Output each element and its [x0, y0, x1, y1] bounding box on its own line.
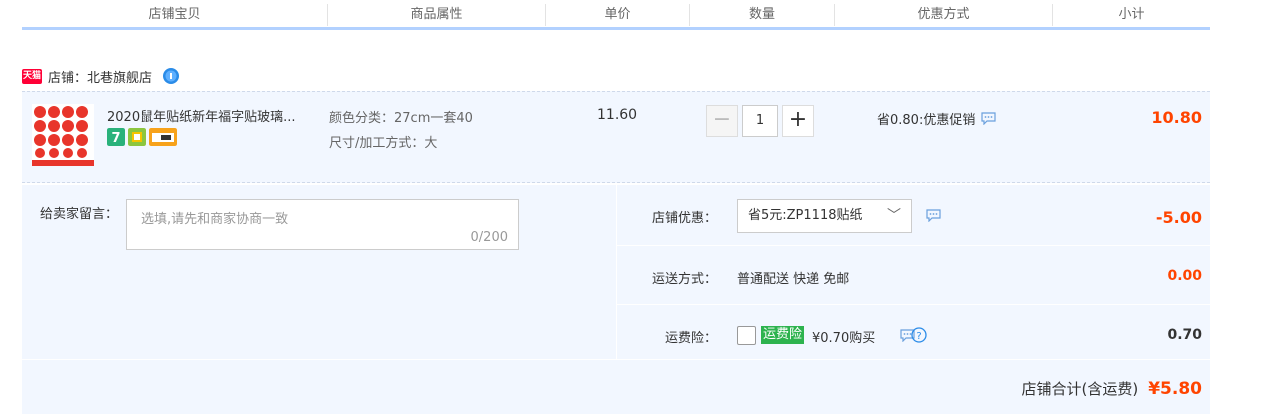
product-attr-color: 颜色分类：27cm一套40 [329, 111, 473, 126]
shop-discount-select[interactable]: 省5元:ZP1118贴纸 ﹀ [737, 199, 912, 233]
insurance-value: 0.70 [1167, 327, 1202, 343]
shop-discount-selected: 省5元:ZP1118贴纸 [748, 208, 863, 223]
divider [22, 359, 1210, 360]
quantity-decrease-button[interactable]: − [706, 105, 738, 137]
fee-panel: 店铺优惠： 省5元:ZP1118贴纸 ﹀ -5.00 运送方式： 普通配送 快递… [616, 185, 1210, 359]
comment-icon[interactable] [981, 112, 996, 125]
product-attr-size: 尺寸/加工方式：大 [329, 136, 438, 151]
cart-header: 店铺宝贝 商品属性 单价 数量 优惠方式 小计 [22, 0, 1210, 30]
quantity-increase-button[interactable]: + [782, 105, 814, 137]
insurance-checkbox[interactable] [737, 326, 756, 345]
shop-name[interactable]: 店铺：北巷旗舰店 [48, 67, 152, 86]
header-col-item: 店铺宝贝 [22, 4, 328, 26]
wangwang-chat-icon[interactable] [162, 67, 180, 85]
header-col-subtotal: 小计 [1118, 7, 1145, 22]
item-promotion-text: 省0.80:优惠促销 [877, 113, 976, 128]
credit-card-icon[interactable] [149, 128, 177, 146]
shop-discount-row: 店铺优惠： 省5元:ZP1118贴纸 ﹀ -5.00 [616, 185, 1210, 246]
quantity-stepper: − 1 + [706, 105, 814, 137]
seller-message-input[interactable]: 选填,请先和商家协商一致 0/200 [126, 199, 519, 250]
seller-message-counter: 0/200 [470, 230, 508, 245]
cart-item-row: 2020鼠年贴纸新年福字贴玻璃... 7 颜色分类：27cm一套40 尺寸/加工… [22, 91, 1210, 183]
guarantee-icon[interactable] [128, 128, 146, 146]
help-icon[interactable]: ? [911, 327, 927, 343]
unit-price: 11.60 [597, 107, 638, 123]
shipping-value: 0.00 [1167, 268, 1202, 284]
product-thumbnail[interactable] [32, 104, 94, 166]
svg-text:7: 7 [111, 131, 120, 146]
header-col-discount: 优惠方式 [835, 4, 1053, 26]
item-subtotal: 10.80 [1151, 108, 1202, 127]
insurance-label: 运费险： [664, 331, 717, 346]
header-col-price: 单价 [546, 4, 690, 26]
seller-message-label: 给卖家留言： [40, 207, 119, 222]
shop-row: 天猫 店铺：北巷旗舰店 [22, 64, 180, 88]
item-promotion: 省0.80:优惠促销 [877, 109, 996, 128]
shop-total: 店铺合计(含运费) ¥5.80 [1022, 378, 1203, 399]
shop-discount-label: 店铺优惠： [651, 211, 717, 226]
shipping-method: 普通配送 快递 免邮 [737, 272, 850, 287]
seven-day-return-icon[interactable]: 7 [107, 128, 125, 146]
insurance-badge: 运费险 [761, 326, 805, 344]
seller-message-placeholder: 选填,请先和商家协商一致 [141, 212, 289, 227]
header-col-quantity: 数量 [690, 4, 835, 26]
chevron-down-icon: ﹀ [887, 208, 901, 224]
svg-text:?: ? [916, 331, 921, 342]
order-summary-section: 给卖家留言： 选填,请先和商家协商一致 0/200 店铺优惠： 省5元:ZP11… [22, 185, 1210, 414]
shop-discount-value: -5.00 [1155, 208, 1202, 227]
shipping-label: 运送方式： [651, 272, 717, 287]
insurance-row: 运费险： 运费险 ¥0.70购买 ? 0.70 [616, 305, 1210, 359]
product-service-tags: 7 [107, 128, 177, 146]
shipping-row: 运送方式： 普通配送 快递 免邮 0.00 [616, 246, 1210, 305]
quantity-input[interactable]: 1 [742, 105, 778, 137]
shop-total-value: ¥5.80 [1148, 379, 1202, 399]
header-col-attributes: 商品属性 [328, 4, 546, 26]
shop-total-label: 店铺合计(含运费) [1021, 380, 1139, 398]
insurance-price-text: ¥0.70购买 [812, 331, 876, 346]
comment-icon[interactable] [926, 209, 941, 222]
tmall-icon: 天猫 [22, 68, 42, 84]
product-title[interactable]: 2020鼠年贴纸新年福字贴玻璃... [107, 106, 317, 125]
